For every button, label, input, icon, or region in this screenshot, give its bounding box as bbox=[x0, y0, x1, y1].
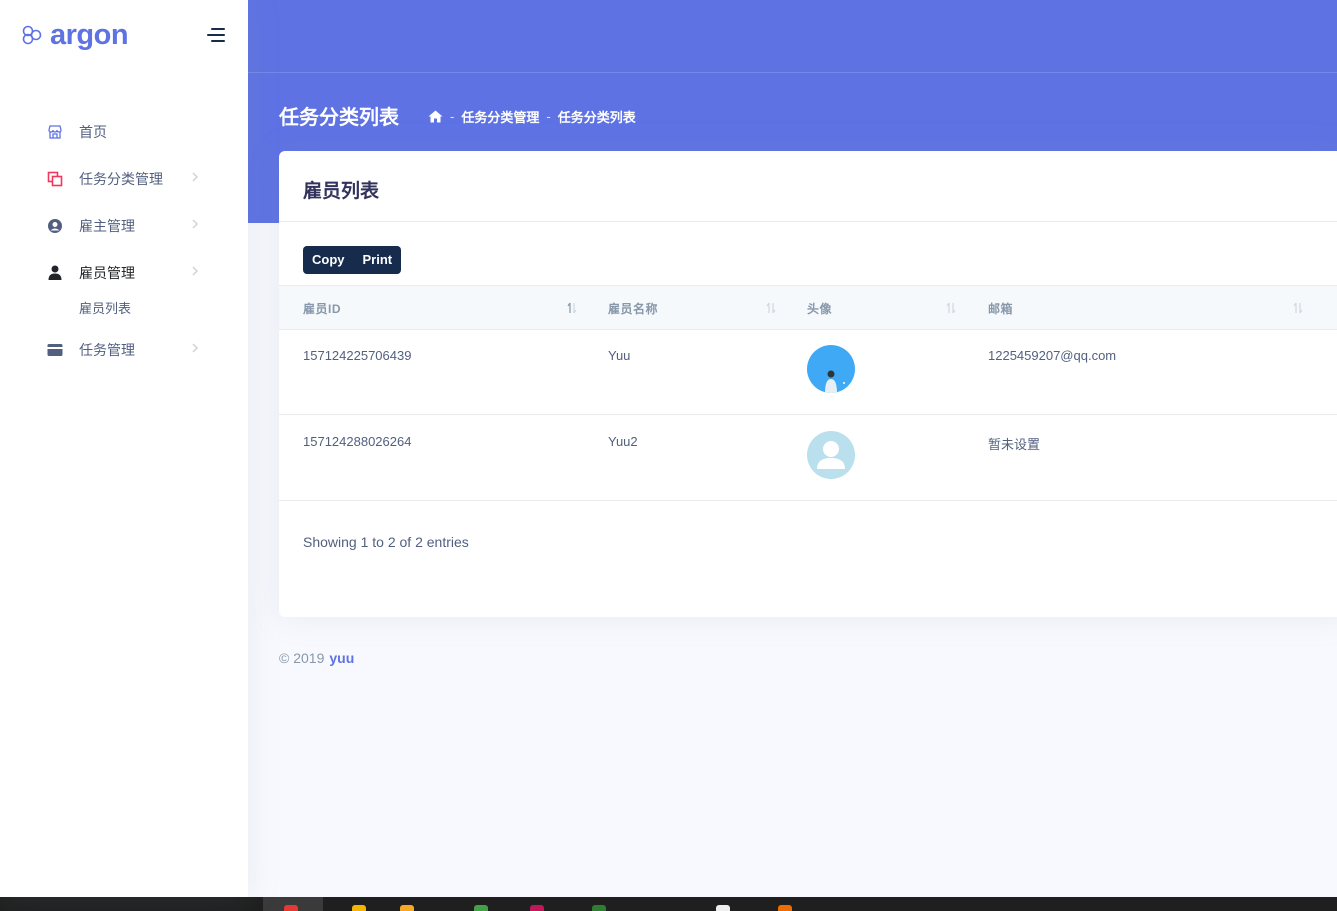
column-header-id[interactable]: 雇员ID bbox=[303, 300, 341, 317]
app-icon[interactable] bbox=[530, 905, 544, 911]
brand-name: argon bbox=[50, 19, 129, 51]
table-header: 雇员ID 雇员名称 头像 邮箱 bbox=[279, 285, 1337, 330]
credit-card-icon bbox=[46, 341, 64, 359]
breadcrumb-item-active: 任务分类列表 bbox=[557, 110, 636, 125]
sidebar-item-label: 首页 bbox=[79, 123, 107, 140]
print-button[interactable]: Print bbox=[354, 246, 402, 274]
shop-icon bbox=[46, 123, 64, 141]
column-header-avatar[interactable]: 头像 bbox=[807, 300, 832, 317]
sidebar-item-label: 任务分类管理 bbox=[79, 170, 163, 187]
chevron-right-icon bbox=[192, 343, 199, 353]
column-header-name[interactable]: 雇员名称 bbox=[608, 300, 658, 317]
sidenav-toggler[interactable] bbox=[205, 28, 225, 42]
sidebar-item-label: 任务管理 bbox=[79, 341, 135, 358]
app-icon[interactable] bbox=[778, 905, 792, 911]
sort-icon[interactable] bbox=[1292, 301, 1304, 315]
sidebar-item-label: 雇主管理 bbox=[79, 217, 135, 234]
app-icon[interactable] bbox=[352, 905, 366, 911]
cell-email: 1225459207@qq.com bbox=[988, 348, 1117, 363]
sort-icon[interactable] bbox=[945, 301, 957, 315]
sidebar-item-employer[interactable]: 雇主管理 bbox=[0, 202, 248, 249]
sidebar-item-label: 雇员管理 bbox=[79, 264, 135, 281]
employee-list-card: 雇员列表 Copy Print 雇员ID 雇员名称 头像 邮箱 15712422… bbox=[279, 151, 1337, 617]
folder-icon[interactable] bbox=[400, 905, 414, 911]
sidebar: argon 首页 任务分类管理 雇主管理 雇员管理 雇员列表 任务管理 bbox=[0, 0, 248, 897]
brand-logo[interactable]: argon bbox=[22, 19, 129, 51]
cell-employee-name: Yuu2 bbox=[608, 434, 638, 449]
sidebar-nav: 首页 任务分类管理 雇主管理 雇员管理 雇员列表 任务管理 bbox=[0, 108, 248, 373]
user-icon bbox=[46, 264, 64, 282]
sidebar-item-task-category[interactable]: 任务分类管理 bbox=[0, 155, 248, 202]
sort-icon[interactable] bbox=[765, 301, 777, 315]
sidebar-item-employee[interactable]: 雇员管理 bbox=[0, 249, 248, 296]
footer-author-link[interactable]: yuu bbox=[329, 650, 354, 666]
cell-employee-id: 157124288026264 bbox=[303, 434, 412, 449]
copyright-text: © 2019 bbox=[279, 650, 325, 666]
photo-avatar bbox=[807, 345, 855, 393]
footer: © 2019 yuu bbox=[279, 650, 354, 666]
card-divider bbox=[279, 221, 1337, 222]
home-icon[interactable] bbox=[428, 110, 443, 123]
card-title: 雇员列表 bbox=[303, 181, 380, 202]
table-row: 157124225706439 Yuu 1225459207@qq.com bbox=[279, 329, 1337, 415]
chevron-right-icon bbox=[192, 219, 199, 229]
os-taskbar bbox=[0, 897, 1337, 911]
copy-icon bbox=[46, 170, 64, 188]
argon-logo-icon bbox=[22, 25, 42, 45]
cell-employee-id: 157124225706439 bbox=[303, 348, 412, 363]
breadcrumb-separator: - bbox=[450, 109, 455, 124]
sidebar-item-task[interactable]: 任务管理 bbox=[0, 326, 248, 373]
app-icon[interactable] bbox=[474, 905, 488, 911]
cell-email: 暂未设置 bbox=[988, 437, 1041, 452]
default-avatar bbox=[807, 431, 855, 479]
breadcrumb-separator: - bbox=[546, 109, 551, 124]
table-row: 157124288026264 Yuu2 暂未设置 bbox=[279, 415, 1337, 501]
menu-icon bbox=[211, 28, 225, 30]
page-title: 任务分类列表 bbox=[279, 107, 399, 129]
breadcrumb: - 任务分类管理 - 任务分类列表 bbox=[428, 107, 636, 126]
breadcrumb-item[interactable]: 任务分类管理 bbox=[461, 107, 539, 126]
sidebar-item-home[interactable]: 首页 bbox=[0, 108, 248, 155]
table-info: Showing 1 to 2 of 2 entries bbox=[303, 534, 469, 550]
chevron-right-icon bbox=[192, 266, 199, 276]
cell-employee-name: Yuu bbox=[608, 348, 631, 363]
app-icon[interactable] bbox=[592, 905, 606, 911]
chevron-right-icon bbox=[192, 172, 199, 182]
user-circle-icon bbox=[46, 217, 64, 235]
copy-button[interactable]: Copy bbox=[303, 246, 354, 274]
column-header-email[interactable]: 邮箱 bbox=[988, 300, 1013, 317]
export-button-group: Copy Print bbox=[303, 246, 402, 274]
navbar-divider bbox=[248, 72, 1337, 73]
app-icon[interactable] bbox=[716, 905, 730, 911]
sort-icon[interactable] bbox=[566, 301, 578, 315]
browser-icon[interactable] bbox=[284, 905, 298, 911]
